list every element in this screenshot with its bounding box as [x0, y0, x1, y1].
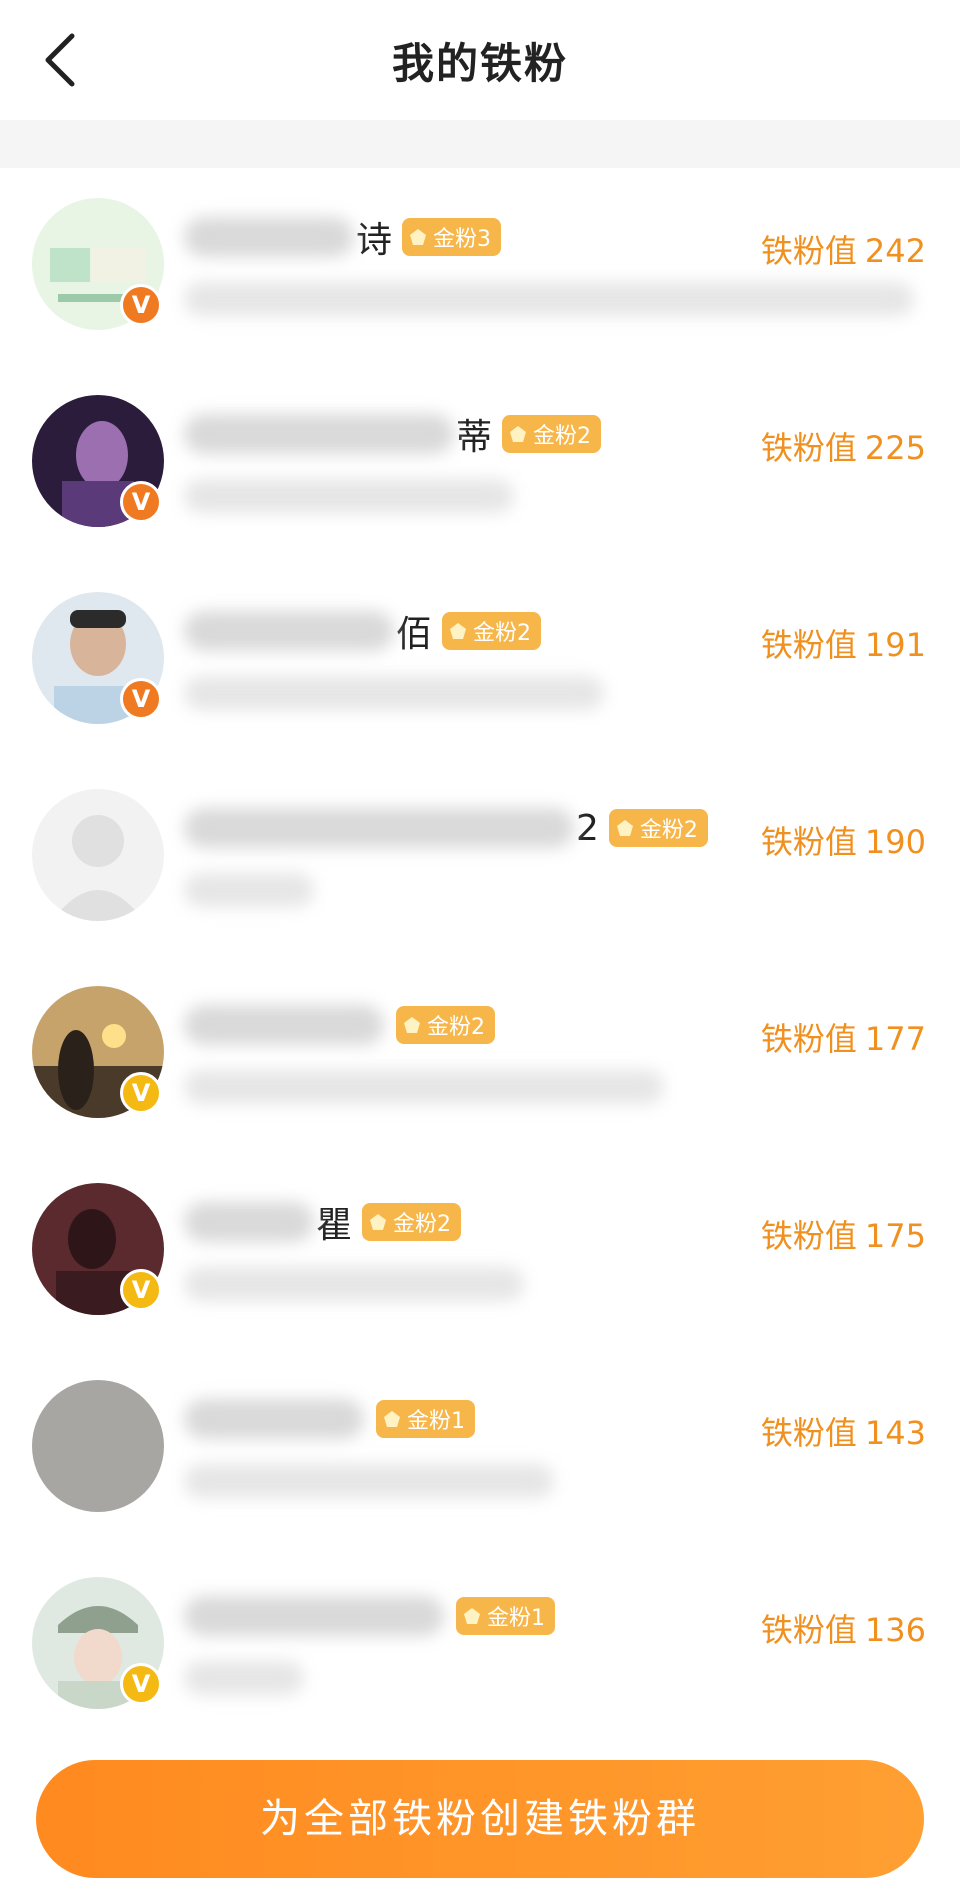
fan-name: 佰 金粉2 — [184, 606, 542, 656]
gold-fan-badge: 金粉2 — [442, 612, 542, 650]
score-label: 铁粉值 — [760, 1414, 857, 1452]
score-label: 铁粉值 — [760, 429, 857, 467]
fan-list: V 诗 金粉3 铁粉值 242 V 蒂 金粉2 铁粉值 225 V 佰 金粉2 … — [0, 168, 960, 1744]
iron-fan-score: 铁粉值 136 — [761, 1605, 926, 1651]
fan-name: 瞿 金粉2 — [184, 1197, 462, 1247]
iron-fan-score: 铁粉值 225 — [761, 423, 926, 469]
iron-fan-score: 铁粉值 191 — [761, 620, 926, 666]
badge-label: 金粉1 — [407, 1409, 465, 1434]
gem-icon — [408, 227, 428, 247]
fan-row[interactable]: V 诗 金粉3 铁粉值 242 — [0, 168, 960, 365]
blurred-name — [184, 217, 354, 257]
fan-name: 2 金粉2 — [184, 803, 708, 853]
fan-name: 诗 金粉3 — [184, 212, 502, 262]
fan-row[interactable]: V 金粉2 铁粉值 177 — [0, 956, 960, 1153]
badge-label: 金粉3 — [433, 227, 492, 252]
name-visible-part: 瞿 — [316, 1205, 353, 1246]
verified-icon: V — [120, 284, 162, 326]
gold-fan-badge: 金粉2 — [502, 415, 602, 453]
blurred-description — [184, 1661, 304, 1695]
blurred-name — [184, 1202, 314, 1242]
score-value: 242 — [864, 232, 926, 270]
fan-row[interactable]: V 瞿 金粉2 铁粉值 175 — [0, 1153, 960, 1350]
gold-fan-badge: 金粉1 — [456, 1597, 555, 1635]
badge-label: 金粉2 — [639, 818, 698, 843]
verified-icon: V — [120, 1072, 162, 1114]
fan-row[interactable]: V 佰 金粉2 铁粉值 191 — [0, 562, 960, 759]
gem-icon — [615, 818, 635, 838]
name-visible-part: 2 — [576, 807, 599, 849]
score-value: 177 — [864, 1020, 926, 1058]
badge-label: 金粉2 — [533, 424, 592, 449]
page-title: 我的铁粉 — [391, 39, 568, 88]
gem-icon — [402, 1015, 422, 1035]
verified-icon: V — [120, 481, 162, 523]
blurred-description — [184, 1464, 554, 1498]
badge-label: 金粉2 — [473, 621, 532, 646]
score-value: 175 — [864, 1217, 926, 1255]
score-label: 铁粉值 — [760, 823, 857, 861]
blurred-name — [184, 611, 394, 651]
fan-row[interactable]: 2 金粉2 铁粉值 190 — [0, 759, 960, 956]
gold-fan-badge: 金粉2 — [396, 1006, 495, 1044]
fan-name: 金粉2 — [184, 1000, 495, 1050]
blurred-description — [184, 676, 604, 710]
gold-fan-badge: 金粉1 — [376, 1400, 475, 1438]
gold-fan-badge: 金粉3 — [402, 218, 502, 256]
blurred-description — [184, 873, 314, 907]
gem-icon — [448, 621, 468, 641]
fan-row[interactable]: V 金粉1 铁粉值 136 — [0, 1547, 960, 1744]
blurred-name — [184, 808, 574, 848]
iron-fan-score: 铁粉值 242 — [761, 226, 926, 272]
iron-fan-score: 铁粉值 177 — [761, 1014, 926, 1060]
fan-name: 金粉1 — [184, 1591, 555, 1641]
gem-icon — [368, 1212, 388, 1232]
top-bar: 我的铁粉 — [0, 0, 960, 120]
score-label: 铁粉值 — [760, 1020, 857, 1058]
gem-icon — [382, 1409, 402, 1429]
score-label: 铁粉值 — [760, 232, 857, 270]
gem-icon — [508, 424, 528, 444]
score-value: 225 — [864, 429, 926, 467]
gem-icon — [462, 1606, 482, 1626]
fan-name: 金粉1 — [184, 1394, 475, 1444]
badge-label: 金粉2 — [393, 1212, 452, 1237]
badge-label: 金粉2 — [427, 1015, 485, 1040]
blurred-description — [184, 1267, 524, 1301]
blurred-name — [184, 1005, 384, 1045]
fan-name: 蒂 金粉2 — [184, 409, 602, 459]
verified-icon: V — [120, 1269, 162, 1311]
verified-icon: V — [120, 1663, 162, 1705]
badge-label: 金粉1 — [487, 1606, 545, 1631]
score-label: 铁粉值 — [760, 1611, 857, 1649]
blurred-name — [184, 414, 454, 454]
fan-row[interactable]: 金粉1 铁粉值 143 — [0, 1350, 960, 1547]
score-label: 铁粉值 — [760, 626, 857, 664]
blurred-description — [184, 479, 514, 513]
blurred-description — [184, 1070, 664, 1104]
blurred-name — [184, 1399, 364, 1439]
score-label: 铁粉值 — [760, 1217, 857, 1255]
name-visible-part: 佰 — [396, 614, 433, 655]
score-value: 191 — [864, 626, 926, 664]
blurred-description — [184, 282, 914, 316]
score-value: 136 — [864, 1611, 926, 1649]
iron-fan-score: 铁粉值 175 — [761, 1211, 926, 1257]
avatar[interactable] — [32, 789, 164, 921]
iron-fan-score: 铁粉值 190 — [761, 817, 926, 863]
name-visible-part: 蒂 — [456, 417, 493, 458]
blurred-name — [184, 1596, 444, 1636]
name-visible-part: 诗 — [356, 220, 393, 261]
verified-icon: V — [120, 678, 162, 720]
score-value: 143 — [864, 1414, 926, 1452]
score-value: 190 — [864, 823, 926, 861]
gold-fan-badge: 金粉2 — [608, 809, 708, 847]
gold-fan-badge: 金粉2 — [362, 1203, 462, 1241]
iron-fan-score: 铁粉值 143 — [761, 1408, 926, 1454]
create-fan-group-button[interactable]: 为全部铁粉创建铁粉群 — [36, 1760, 924, 1878]
avatar[interactable] — [32, 1380, 164, 1512]
fan-row[interactable]: V 蒂 金粉2 铁粉值 225 — [0, 365, 960, 562]
section-gap — [0, 120, 960, 168]
